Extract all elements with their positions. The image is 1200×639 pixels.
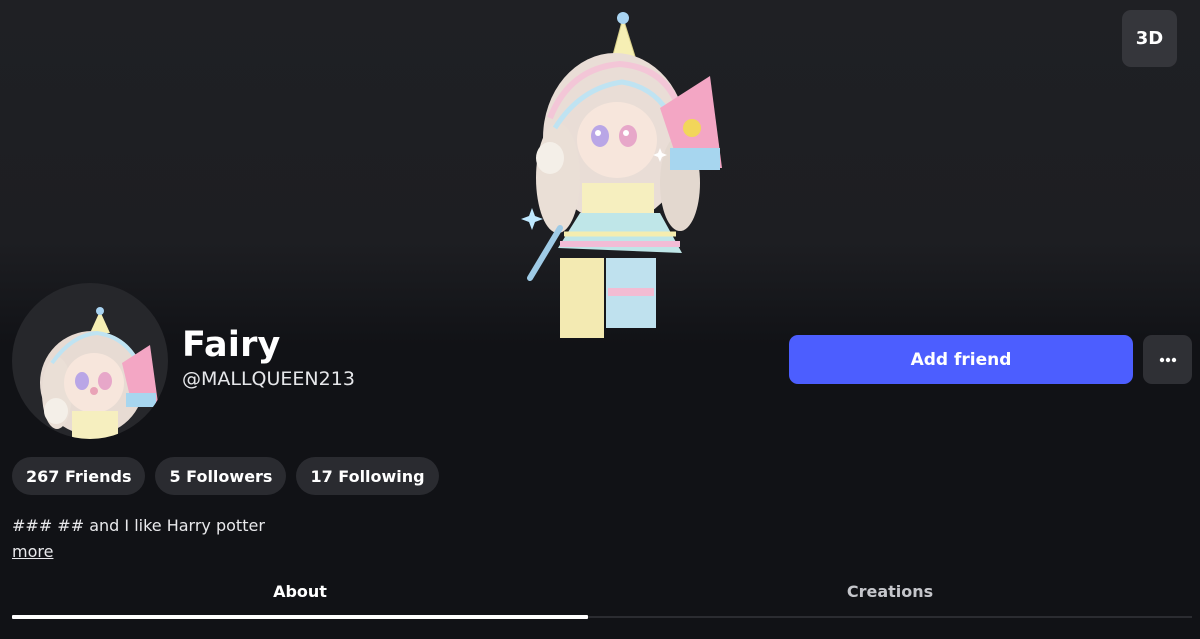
friends-count-pill[interactable]: 267 Friends [12, 457, 146, 495]
more-options-button[interactable] [1143, 335, 1192, 384]
profile-avatar[interactable] [12, 283, 168, 439]
profile-stats: 267 Friends 5 Followers 17 Following [12, 457, 439, 495]
bio-more-link[interactable]: more [12, 542, 53, 562]
active-tab-indicator [12, 615, 588, 619]
ellipsis-icon [1159, 357, 1176, 362]
display-name: Fairy [182, 325, 281, 365]
bio-text: ### ## and I like Harry potter [12, 516, 265, 535]
username: @MALLQUEEN213 [182, 368, 355, 390]
tab-about[interactable]: About [12, 566, 588, 616]
avatar-hero: 3D [0, 0, 1200, 345]
following-count-pill[interactable]: 17 Following [296, 457, 439, 495]
add-friend-button[interactable]: Add friend [789, 335, 1133, 384]
avatar-3d-figure [521, 12, 722, 338]
avatar-headshot-image [40, 307, 158, 439]
followers-count-pill[interactable]: 5 Followers [155, 457, 287, 495]
profile-tabs: About Creations [12, 566, 1192, 620]
profile-page: 3D Fairy @MALLQUEEN213 Add friend 267 Fr… [0, 0, 1200, 639]
view-3d-button[interactable]: 3D [1122, 10, 1177, 67]
tab-creations[interactable]: Creations [602, 566, 1178, 616]
